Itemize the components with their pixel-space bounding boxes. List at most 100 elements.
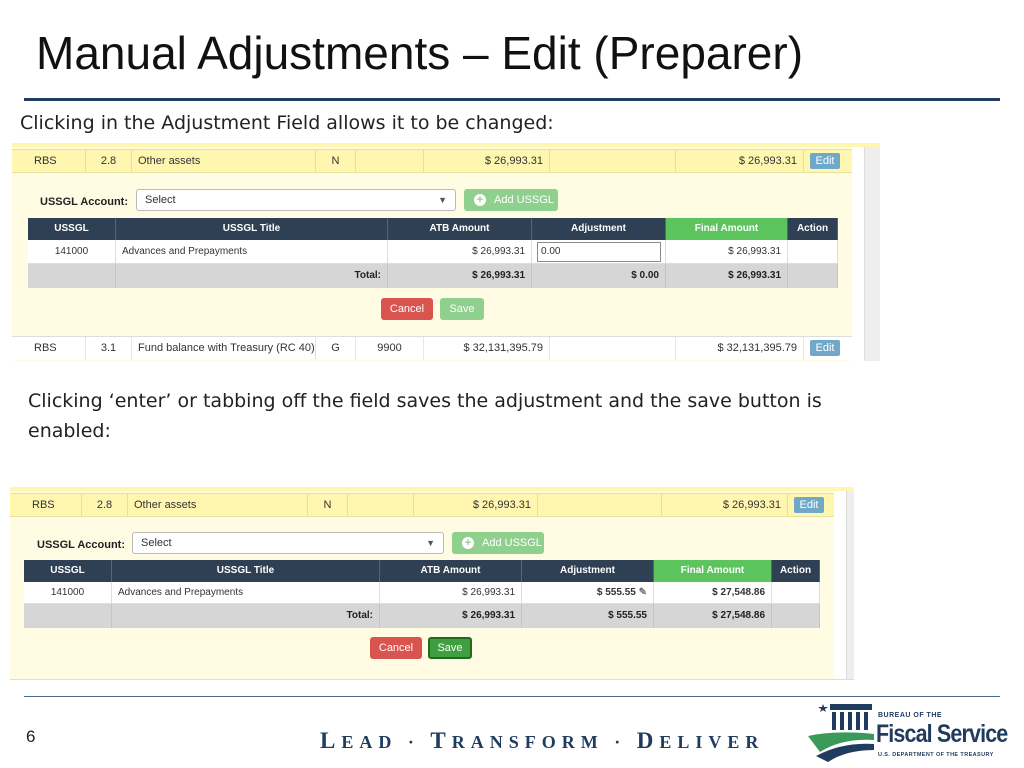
page-number: 6 (26, 727, 36, 746)
clipped-row (12, 143, 880, 147)
table-row: 141000 Advances and Prepayments $ 26,993… (28, 240, 838, 264)
scrollbar[interactable] (846, 487, 854, 683)
header-ussgl[interactable]: USSGL (24, 560, 112, 582)
line-item-row[interactable]: RBS 2.8 Other assets N $ 26,993.31 $ 26,… (12, 149, 852, 173)
col5-cell (356, 150, 424, 172)
total-final: $ 26,993.31 (666, 264, 788, 288)
tagline-word: RANSFORM (451, 732, 604, 752)
line-item-row[interactable]: RBS 2.8 Other assets N $ 26,993.31 $ 26,… (10, 493, 834, 517)
final-cell: $ 26,993.31 (676, 150, 804, 172)
header-adjustment[interactable]: Adjustment (522, 560, 654, 582)
final-amount-cell: $ 27,548.86 (654, 582, 772, 604)
col7-cell (538, 494, 662, 516)
source-cell: RBS (12, 337, 86, 360)
total-label: Total: (112, 604, 380, 628)
total-atb: $ 26,993.31 (388, 264, 532, 288)
line-cell: 3.1 (86, 337, 132, 360)
pencil-icon[interactable]: ✎ (639, 587, 647, 598)
ussgl-select[interactable]: Select ▼ (132, 532, 444, 554)
adjustment-value: $ 555.55 (596, 587, 636, 598)
atb-cell: $ 26,993.31 (424, 150, 550, 172)
ussgl-account-label: USSGL Account: (37, 539, 126, 551)
logo-department-line: U.S. DEPARTMENT OF THE TREASURY (878, 752, 994, 758)
screenshot-save-enabled: RBS 2.8 Other assets N $ 26,993.31 $ 26,… (10, 487, 854, 683)
source-cell: RBS (12, 150, 86, 172)
total-atb: $ 26,993.31 (380, 604, 522, 628)
tagline-separator: · (614, 732, 627, 752)
action-cell (772, 582, 820, 604)
tagline: LEAD · TRANSFORM · DELIVER (320, 728, 764, 754)
ussgl-account-label: USSGL Account: (40, 196, 129, 208)
slide-title: Manual Adjustments – Edit (Preparer) (36, 27, 804, 79)
action-cell (788, 240, 838, 264)
tagline-word: ELIVER (659, 732, 765, 752)
edit-button[interactable]: Edit (794, 497, 824, 513)
table-row: 141000 Advances and Prepayments $ 26,993… (24, 582, 820, 604)
header-final-amount[interactable]: Final Amount (666, 218, 788, 240)
logo-name: Fiscal Service (876, 720, 1008, 748)
ussgl-select[interactable]: Select ▼ (136, 189, 456, 211)
header-ussgl-title[interactable]: USSGL Title (116, 218, 388, 240)
header-adjustment[interactable]: Adjustment (532, 218, 666, 240)
chevron-down-icon: ▼ (426, 538, 435, 548)
logo-bureau-line: BUREAU OF THE (878, 712, 943, 719)
clipped-row (10, 679, 854, 683)
line-item-row[interactable]: RBS 3.1 Fund balance with Treasury (RC 4… (12, 336, 852, 360)
chevron-down-icon: ▼ (438, 195, 447, 205)
screenshot-edit-field: RBS 2.8 Other assets N $ 26,993.31 $ 26,… (12, 143, 880, 361)
select-value: Select (145, 194, 176, 206)
description-cell: Fund balance with Treasury (RC 40)/1 (132, 337, 316, 360)
plus-circle-icon: + (462, 537, 474, 549)
header-final-amount[interactable]: Final Amount (654, 560, 772, 582)
final-amount-cell: $ 26,993.31 (666, 240, 788, 264)
tagline-initial: L (320, 728, 342, 753)
add-ussgl-label: Add USSGL (482, 537, 542, 549)
total-spacer (24, 604, 112, 628)
total-action (788, 264, 838, 288)
col7-cell (550, 337, 676, 360)
atb-amount-cell: $ 26,993.31 (380, 582, 522, 604)
atb-amount-cell: $ 26,993.31 (388, 240, 532, 264)
code-cell: N (308, 494, 348, 516)
adjustment-cell: 0.00 (532, 240, 666, 264)
header-action[interactable]: Action (772, 560, 820, 582)
ussgl-cell: 141000 (28, 240, 116, 264)
caption-top: Clicking in the Adjustment Field allows … (20, 112, 554, 134)
header-atb-amount[interactable]: ATB Amount (388, 218, 532, 240)
final-cell: $ 32,131,395.79 (676, 337, 804, 360)
select-value: Select (141, 537, 172, 549)
header-ussgl-title[interactable]: USSGL Title (112, 560, 380, 582)
cancel-button[interactable]: Cancel (381, 298, 433, 320)
edit-button[interactable]: Edit (810, 340, 840, 356)
scrollbar[interactable] (864, 143, 880, 361)
save-button-disabled[interactable]: Save (440, 298, 484, 320)
description-cell: Other assets (128, 494, 308, 516)
col7-cell (550, 150, 676, 172)
header-ussgl[interactable]: USSGL (28, 218, 116, 240)
total-label: Total: (116, 264, 388, 288)
total-adjustment: $ 555.55 (522, 604, 654, 628)
cancel-button[interactable]: Cancel (370, 637, 422, 659)
header-atb-amount[interactable]: ATB Amount (380, 560, 522, 582)
total-adjustment: $ 0.00 (532, 264, 666, 288)
edit-button[interactable]: Edit (810, 153, 840, 169)
final-cell: $ 26,993.31 (662, 494, 788, 516)
atb-cell: $ 32,131,395.79 (424, 337, 550, 360)
treasury-building-icon (808, 704, 874, 762)
description-cell: Other assets (132, 150, 316, 172)
total-row: Total: $ 26,993.31 $ 555.55 $ 27,548.86 (24, 604, 820, 628)
col5-cell: 9900 (356, 337, 424, 360)
add-ussgl-button[interactable]: + Add USSGL (464, 189, 558, 211)
code-cell: N (316, 150, 356, 172)
ussgl-cell: 141000 (24, 582, 112, 604)
ussgl-grid: USSGL USSGL Title ATB Amount Adjustment … (28, 218, 838, 290)
save-button-enabled[interactable]: Save (428, 637, 472, 659)
grid-header: USSGL USSGL Title ATB Amount Adjustment … (28, 218, 838, 240)
plus-circle-icon: + (474, 194, 486, 206)
adjustment-cell[interactable]: $ 555.55 ✎ (522, 582, 654, 604)
clipped-row (10, 487, 854, 491)
add-ussgl-button[interactable]: + Add USSGL (452, 532, 544, 554)
header-action[interactable]: Action (788, 218, 838, 240)
caption-bottom: Clicking ‘enter’ or tabbing off the fiel… (28, 390, 822, 442)
adjustment-input[interactable]: 0.00 (537, 242, 661, 262)
